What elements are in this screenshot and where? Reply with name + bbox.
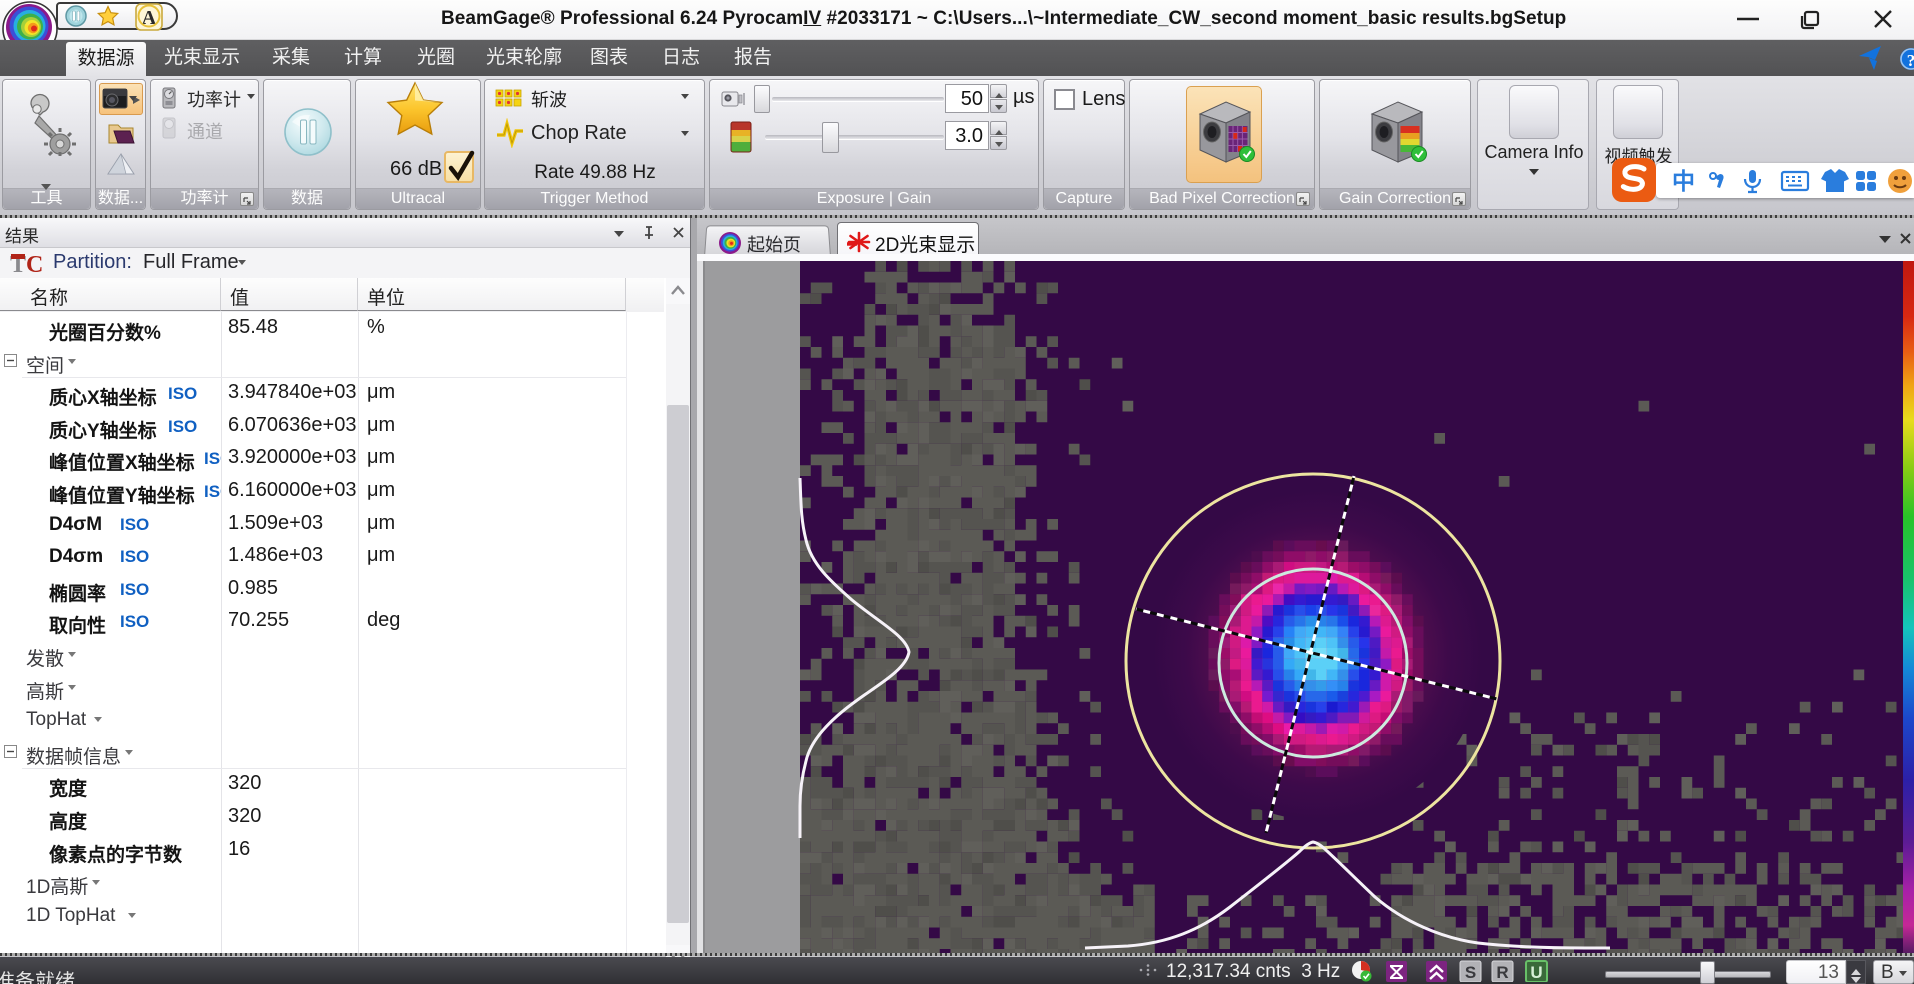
svg-text:U: U <box>1530 963 1542 982</box>
svg-text:R: R <box>1496 963 1508 982</box>
svg-text:中: 中 <box>1672 168 1695 194</box>
svg-text:S: S <box>1465 963 1476 982</box>
svg-text:?: ? <box>1907 51 1914 70</box>
